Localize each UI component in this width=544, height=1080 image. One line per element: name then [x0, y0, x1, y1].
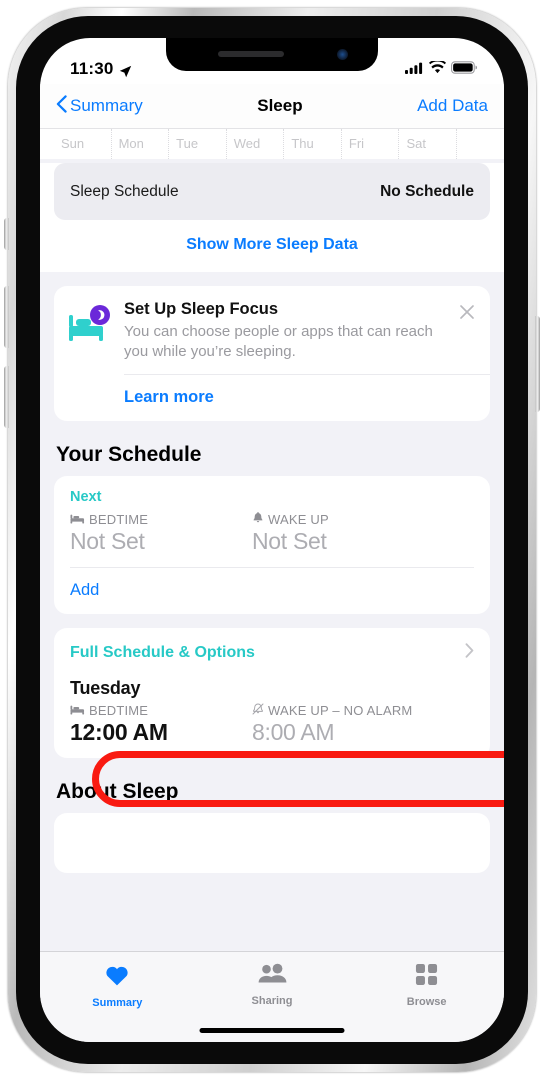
next-label: Next [70, 488, 102, 505]
tuesday-wakeup-header: WAKE UP – NO ALARM [252, 703, 474, 718]
day-label-sat: Sat [398, 129, 456, 159]
next-bedtime-value: Not Set [70, 527, 145, 554]
tab-summary-label: Summary [92, 997, 143, 1009]
chevron-left-icon [56, 94, 67, 118]
sleep-focus-card[interactable]: Set Up Sleep Focus You can choose people… [54, 286, 490, 421]
day-label-wed: Wed [225, 129, 284, 159]
page-title: Sleep [257, 96, 303, 115]
bed-icon [70, 703, 85, 718]
sleep-focus-card-body: Set Up Sleep Focus You can choose people… [54, 286, 490, 374]
cellular-bars-icon [405, 61, 424, 79]
tab-bar: Summary Sharing Browse [40, 951, 504, 1042]
volume-up-button[interactable] [4, 286, 9, 348]
power-button[interactable] [535, 316, 540, 412]
learn-more-button[interactable]: Learn more [54, 375, 490, 421]
bell-icon [252, 511, 264, 527]
sleep-schedule-value: No Schedule [380, 182, 474, 200]
your-schedule-card: Next BEDTIME Not Set WAKE UP Not Set Add [54, 475, 490, 614]
status-time: 11:30 [70, 59, 114, 78]
back-button-label: Summary [70, 96, 143, 115]
bed-icon [70, 512, 85, 527]
show-more-sleep-data-button[interactable]: Show More Sleep Data [54, 220, 490, 258]
about-sleep-card[interactable] [54, 812, 490, 873]
location-arrow-icon [119, 63, 132, 77]
battery-full-icon [451, 61, 478, 79]
navigation-bar: Summary Sleep Add Data [40, 84, 504, 128]
day-strip-tail [456, 129, 490, 159]
close-x-icon[interactable] [458, 303, 476, 321]
grid-squares-icon [415, 963, 438, 991]
sleep-focus-text: Set Up Sleep Focus You can choose people… [124, 300, 446, 362]
add-schedule-button[interactable]: Add [54, 568, 490, 614]
bell-slash-icon [252, 703, 264, 718]
next-wakeup-header: WAKE UP [252, 512, 474, 527]
bed-with-moon-icon [66, 302, 112, 342]
day-label-fri: Fri [340, 129, 399, 159]
tuesday-times-block: BEDTIME 12:00 AM WAKE UP – NO ALARM 8:00… [54, 703, 490, 758]
day-label-tue: Tue [168, 129, 226, 159]
phone-screen: 11:30 Summary Sleep Add Data Sun Mon Tue… [40, 38, 504, 1042]
sleep-focus-description: You can choose people or apps that can r… [124, 323, 433, 360]
next-wakeup-column: WAKE UP Not Set [252, 512, 474, 555]
wifi-icon [429, 59, 446, 79]
tuesday-wakeup-column: WAKE UP – NO ALARM 8:00 AM [252, 703, 474, 746]
sleep-focus-card-wrap: Set Up Sleep Focus You can choose people… [40, 272, 504, 421]
earpiece-speaker [218, 51, 284, 57]
tuesday-time-columns: BEDTIME 12:00 AM WAKE UP – NO ALARM 8:00… [70, 703, 474, 746]
next-bedtime-label: BEDTIME [89, 511, 149, 527]
tuesday-wakeup-value: 8:00 AM [251, 718, 335, 745]
next-bedtime-column: BEDTIME Not Set [70, 512, 252, 555]
next-wakeup-label: WAKE UP [267, 511, 329, 527]
tuesday-bedtime-value: 12:00 AM [70, 718, 168, 745]
schedule-day-label: Tuesday [70, 677, 141, 698]
tab-summary[interactable]: Summary [40, 952, 195, 1042]
status-icons [405, 59, 478, 79]
mute-switch[interactable] [4, 218, 9, 250]
sleep-focus-title: Set Up Sleep Focus [124, 300, 279, 318]
back-button[interactable]: Summary [56, 94, 143, 118]
front-camera [337, 49, 348, 60]
sleep-schedule-label: Sleep Schedule [70, 182, 179, 200]
day-label-sun: Sun [61, 136, 85, 151]
day-label-mon: Mon [110, 129, 169, 159]
home-indicator[interactable] [199, 1028, 345, 1033]
scroll-content[interactable]: Sun Mon Tue Wed Thu Fri Sat Sleep Schedu… [40, 129, 504, 951]
chevron-right-icon [465, 642, 474, 664]
navbar-divider [40, 128, 504, 129]
next-wakeup-value: Not Set [251, 527, 327, 554]
sleep-schedule-row[interactable]: Sleep Schedule No Schedule [54, 163, 490, 220]
tuesday-bedtime-label: BEDTIME [89, 702, 149, 718]
full-schedule-and-options-button[interactable]: Full Schedule & Options [54, 628, 490, 678]
screenshot-stage: 11:30 Summary Sleep Add Data Sun Mon Tue… [0, 0, 544, 1080]
day-strip: Sun Mon Tue Wed Thu Fri Sat [40, 129, 504, 159]
your-schedule-heading: Your Schedule [56, 442, 202, 466]
volume-down-button[interactable] [4, 366, 9, 428]
next-bedtime-header: BEDTIME [70, 512, 252, 527]
notch [166, 38, 378, 71]
sleep-summary-block: Sleep Schedule No Schedule Show More Sle… [40, 163, 504, 272]
tab-browse[interactable]: Browse [349, 952, 504, 1042]
two-people-icon [257, 963, 287, 990]
tab-sharing-label: Sharing [251, 995, 293, 1007]
day-label-thu: Thu [283, 129, 341, 159]
next-schedule-block: Next BEDTIME Not Set WAKE UP Not Set [54, 476, 490, 567]
about-sleep-heading: About Sleep [56, 779, 179, 803]
full-schedule-card: Full Schedule & Options Tuesday BEDTIME … [54, 627, 490, 758]
full-schedule-label: Full Schedule & Options [70, 643, 255, 661]
tuesday-wakeup-label: WAKE UP – NO ALARM [267, 702, 413, 718]
tuesday-bedtime-column: BEDTIME 12:00 AM [70, 703, 252, 746]
tab-browse-label: Browse [406, 996, 447, 1008]
add-data-button[interactable]: Add Data [417, 96, 488, 116]
status-time-group: 11:30 [70, 59, 132, 79]
next-time-columns: BEDTIME Not Set WAKE UP Not Set [70, 512, 474, 555]
heart-icon [104, 963, 130, 992]
tuesday-bedtime-header: BEDTIME [70, 703, 252, 718]
